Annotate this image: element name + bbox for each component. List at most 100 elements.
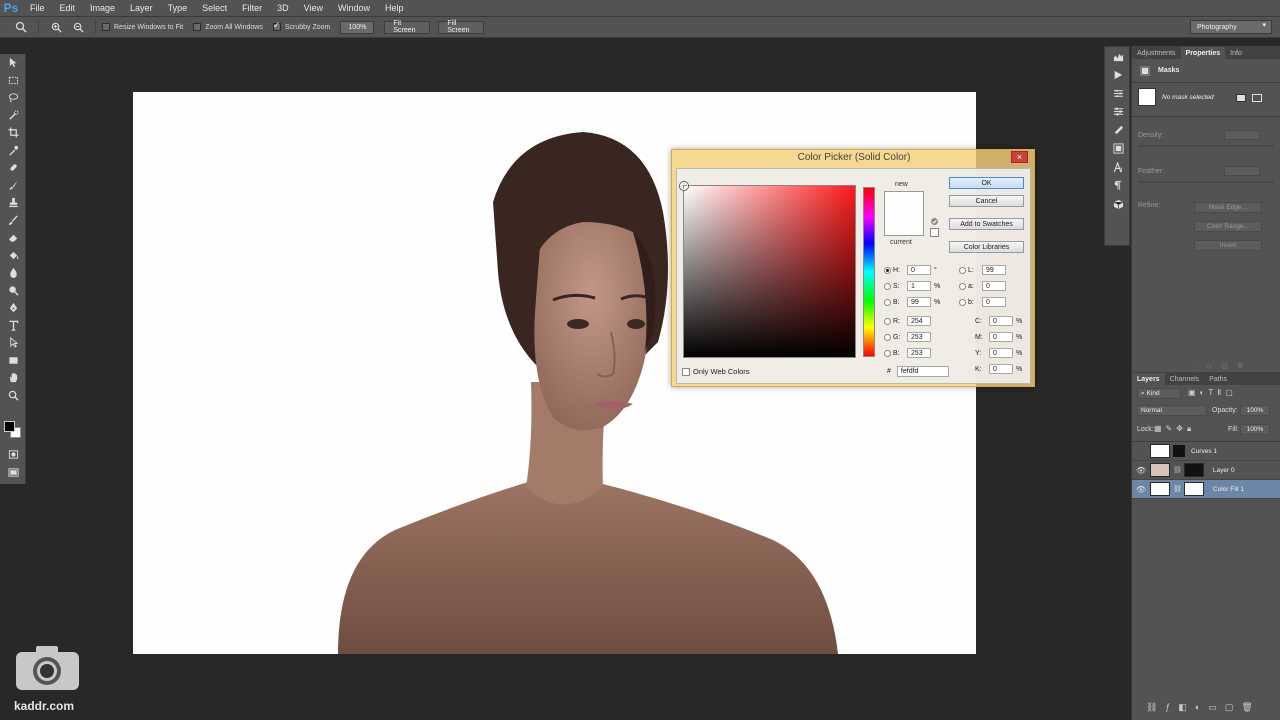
lock-icons[interactable]: ▦✎✥🔒︎	[1154, 424, 1195, 434]
green-input[interactable]: 253	[907, 332, 931, 342]
feather-field[interactable]	[1224, 166, 1260, 176]
hue-slider[interactable]	[863, 187, 875, 357]
blend-mode-select[interactable]: Normal	[1137, 405, 1207, 416]
menu-3d[interactable]: 3D	[269, 3, 296, 13]
cyan-input[interactable]: 0	[989, 316, 1013, 326]
character-icon[interactable]	[1105, 158, 1131, 177]
hue-radio[interactable]	[884, 266, 891, 274]
adjustments-icon[interactable]	[1105, 84, 1131, 103]
feather-slider[interactable]	[1138, 181, 1274, 183]
red-input[interactable]: 254	[907, 316, 931, 326]
brush-presets-icon[interactable]	[1105, 121, 1131, 140]
layer-name[interactable]: Color Fill 1	[1213, 486, 1244, 493]
zoom-all-windows-checkbox[interactable]: Zoom All Windows	[193, 23, 263, 31]
hex-input[interactable]: fefdfd	[896, 366, 949, 377]
lab-l-radio[interactable]	[959, 266, 966, 274]
eye-icon[interactable]: 👁︎	[1132, 485, 1150, 494]
zoom-in-icon[interactable]	[49, 20, 63, 34]
blue-radio[interactable]	[884, 349, 891, 357]
menu-select[interactable]: Select	[194, 3, 234, 13]
color-libraries-button[interactable]: Color Libraries	[949, 241, 1024, 253]
layers-footer-icons[interactable]: ⛓︎ƒ◧◐▭▢🗑︎	[1146, 702, 1261, 713]
menu-window[interactable]: Window	[330, 3, 377, 13]
workspace-select[interactable]: Photography ▾	[1190, 20, 1272, 34]
lab-a-radio[interactable]	[959, 282, 966, 290]
fit-screen-button[interactable]: Fit Screen	[384, 20, 431, 34]
tab-paths[interactable]: Paths	[1204, 373, 1232, 385]
ok-button[interactable]: OK	[949, 177, 1024, 189]
brightness-radio[interactable]	[884, 298, 891, 306]
add-vector-mask-icon[interactable]	[1252, 94, 1262, 102]
quick-mask-icon[interactable]	[0, 446, 26, 464]
hue-input[interactable]: 0	[907, 265, 931, 275]
layer-name[interactable]: Curves 1	[1191, 448, 1217, 455]
path-selection-tool-icon[interactable]	[0, 334, 26, 352]
marquee-tool-icon[interactable]	[0, 72, 26, 90]
menu-type[interactable]: Type	[160, 3, 195, 13]
zoom-percent-field[interactable]: 100%	[340, 20, 375, 34]
eraser-tool-icon[interactable]	[0, 229, 26, 247]
lab-b-input[interactable]: 0	[982, 297, 1006, 307]
web-safe-color-icon[interactable]	[930, 228, 939, 237]
pen-tool-icon[interactable]	[0, 299, 26, 317]
blur-tool-icon[interactable]	[0, 264, 26, 282]
screen-mode-icon[interactable]	[0, 464, 26, 482]
zoom-tool-icon[interactable]	[0, 387, 26, 405]
fill-screen-button[interactable]: Fill Screen	[438, 20, 485, 34]
dodge-tool-icon[interactable]	[0, 282, 26, 300]
layer-row-layer0[interactable]: 👁︎ ⛓︎ Layer 0	[1132, 461, 1280, 480]
layer-filter-icons[interactable]: ▣◐TⅡ▢	[1188, 388, 1237, 397]
foreground-color-swatch[interactable]	[4, 421, 15, 432]
menu-file[interactable]: File	[22, 3, 52, 13]
checkbox-box[interactable]	[102, 23, 110, 31]
brightness-input[interactable]: 99	[907, 297, 931, 307]
add-pixel-mask-icon[interactable]	[1236, 94, 1246, 102]
lab-b-radio[interactable]	[959, 298, 966, 306]
black-input[interactable]: 0	[989, 364, 1013, 374]
layer-row-curves[interactable]: Curves 1	[1132, 442, 1280, 461]
color-swatches[interactable]	[4, 421, 24, 441]
density-field[interactable]	[1224, 130, 1260, 140]
paragraph-icon[interactable]	[1105, 177, 1131, 196]
eye-icon[interactable]: 👁︎	[1132, 466, 1150, 475]
magenta-input[interactable]: 0	[989, 332, 1013, 342]
current-color-swatch[interactable]	[884, 214, 924, 236]
yellow-input[interactable]: 0	[989, 348, 1013, 358]
eyedropper-tool-icon[interactable]	[0, 142, 26, 160]
history-brush-tool-icon[interactable]	[0, 212, 26, 230]
tab-layers[interactable]: Layers	[1132, 373, 1165, 385]
lasso-tool-icon[interactable]	[0, 89, 26, 107]
type-tool-icon[interactable]	[0, 317, 26, 335]
brush-tool-icon[interactable]	[0, 177, 26, 195]
checkbox-box[interactable]	[682, 367, 690, 376]
blue-input[interactable]: 253	[907, 348, 931, 358]
menu-layer[interactable]: Layer	[122, 3, 160, 13]
red-radio[interactable]	[884, 317, 891, 325]
zoom-out-icon[interactable]	[71, 20, 85, 34]
close-button[interactable]: ×	[1011, 151, 1028, 163]
green-radio[interactable]	[884, 333, 891, 341]
tab-properties[interactable]: Properties	[1180, 47, 1226, 59]
scrubby-zoom-checkbox[interactable]: Scrubby Zoom	[272, 20, 330, 31]
crop-tool-icon[interactable]	[0, 124, 26, 142]
checkbox-box[interactable]	[272, 20, 281, 31]
quick-selection-tool-icon[interactable]	[0, 107, 26, 125]
properties-icon[interactable]	[1105, 103, 1131, 122]
lab-a-input[interactable]: 0	[982, 281, 1006, 291]
only-web-colors-checkbox[interactable]: Only Web Colors	[682, 367, 750, 376]
saturation-radio[interactable]	[884, 282, 891, 290]
healing-brush-tool-icon[interactable]	[0, 159, 26, 177]
paint-bucket-tool-icon[interactable]	[0, 247, 26, 265]
mask-edge-button[interactable]: Mask Edge...	[1194, 202, 1262, 213]
density-slider[interactable]	[1138, 145, 1274, 147]
resize-windows-checkbox[interactable]: Resize Windows to Fit	[102, 23, 183, 31]
opacity-field[interactable]: 100%	[1240, 405, 1270, 416]
gamut-warning-icon[interactable]	[930, 217, 939, 226]
zoom-tool-icon[interactable]	[14, 20, 28, 34]
layer-row-color-fill[interactable]: 👁︎ ⛓︎ Color Fill 1	[1132, 480, 1280, 499]
histogram-icon[interactable]	[1105, 47, 1131, 66]
tab-channels[interactable]: Channels	[1165, 373, 1205, 385]
add-to-swatches-button[interactable]: Add to Swatches	[949, 218, 1024, 230]
layer-comps-icon[interactable]	[1105, 140, 1131, 159]
move-tool-icon[interactable]	[0, 54, 26, 72]
